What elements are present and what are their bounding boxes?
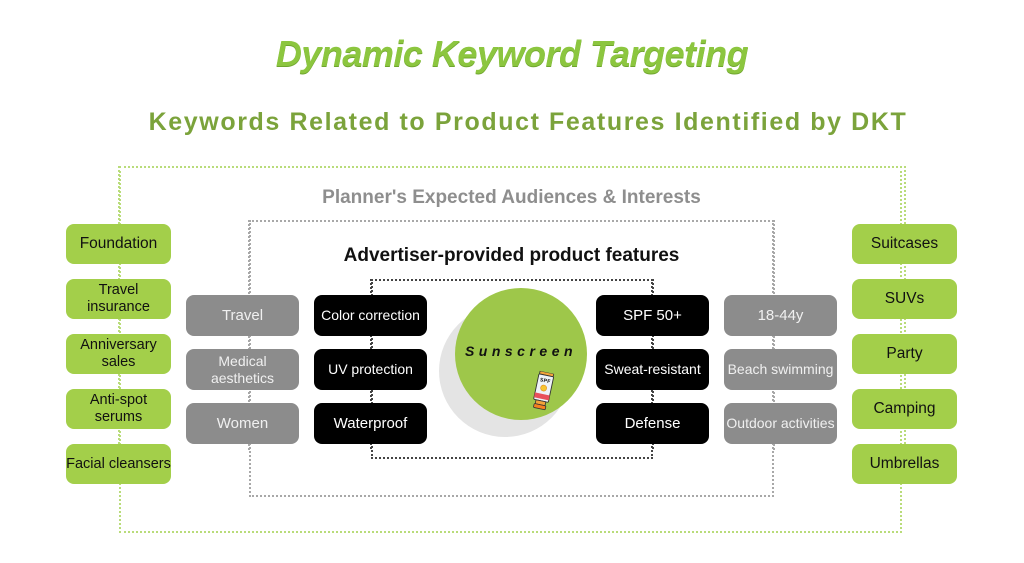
page-subtitle: Keywords Related to Product Features Ide…	[148, 108, 908, 136]
dkt-keyword-chip: SUVs	[852, 279, 957, 319]
page-title: Dynamic Keyword Targeting	[275, 33, 749, 74]
dkt-keyword-chip: Anniversary sales	[66, 334, 171, 374]
planner-audience-chip: Beach swimming	[724, 349, 837, 390]
planner-section-label: Planner's Expected Audiences & Interests	[322, 187, 701, 208]
planner-audience-chip: Travel	[186, 295, 299, 336]
dkt-keyword-chip: Suitcases	[852, 224, 957, 264]
product-feature-chip: SPF 50+	[596, 295, 709, 336]
planner-audience-chip: 18-44y	[724, 295, 837, 336]
product-feature-chip: Color correction	[314, 295, 427, 336]
dkt-keyword-chip: Anti-spot serums	[66, 389, 171, 429]
product-name: Sunscreen	[464, 343, 578, 359]
dkt-keyword-chip: Umbrellas	[852, 444, 957, 484]
product-feature-chip: Sweat-resistant	[596, 349, 709, 390]
planner-audience-chip: Medical aesthetics	[186, 349, 299, 390]
product-feature-chip: UV protection	[314, 349, 427, 390]
dkt-keyword-chip: Camping	[852, 389, 957, 429]
connector-right-dkt	[904, 166, 906, 484]
product-feature-chip: Waterproof	[314, 403, 427, 444]
dkt-keyword-chip: Foundation	[66, 224, 171, 264]
dkt-keyword-chip: Party	[852, 334, 957, 374]
planner-audience-chip: Women	[186, 403, 299, 444]
connector-left-dkt	[118, 166, 120, 484]
dkt-keyword-chip: Travel insurance	[66, 279, 171, 319]
dkt-keyword-chip: Facial cleansers	[66, 444, 171, 484]
advertiser-section-label: Advertiser-provided product features	[343, 245, 680, 266]
product-feature-chip: Defense	[596, 403, 709, 444]
planner-audience-chip: Outdoor activities	[724, 403, 837, 444]
